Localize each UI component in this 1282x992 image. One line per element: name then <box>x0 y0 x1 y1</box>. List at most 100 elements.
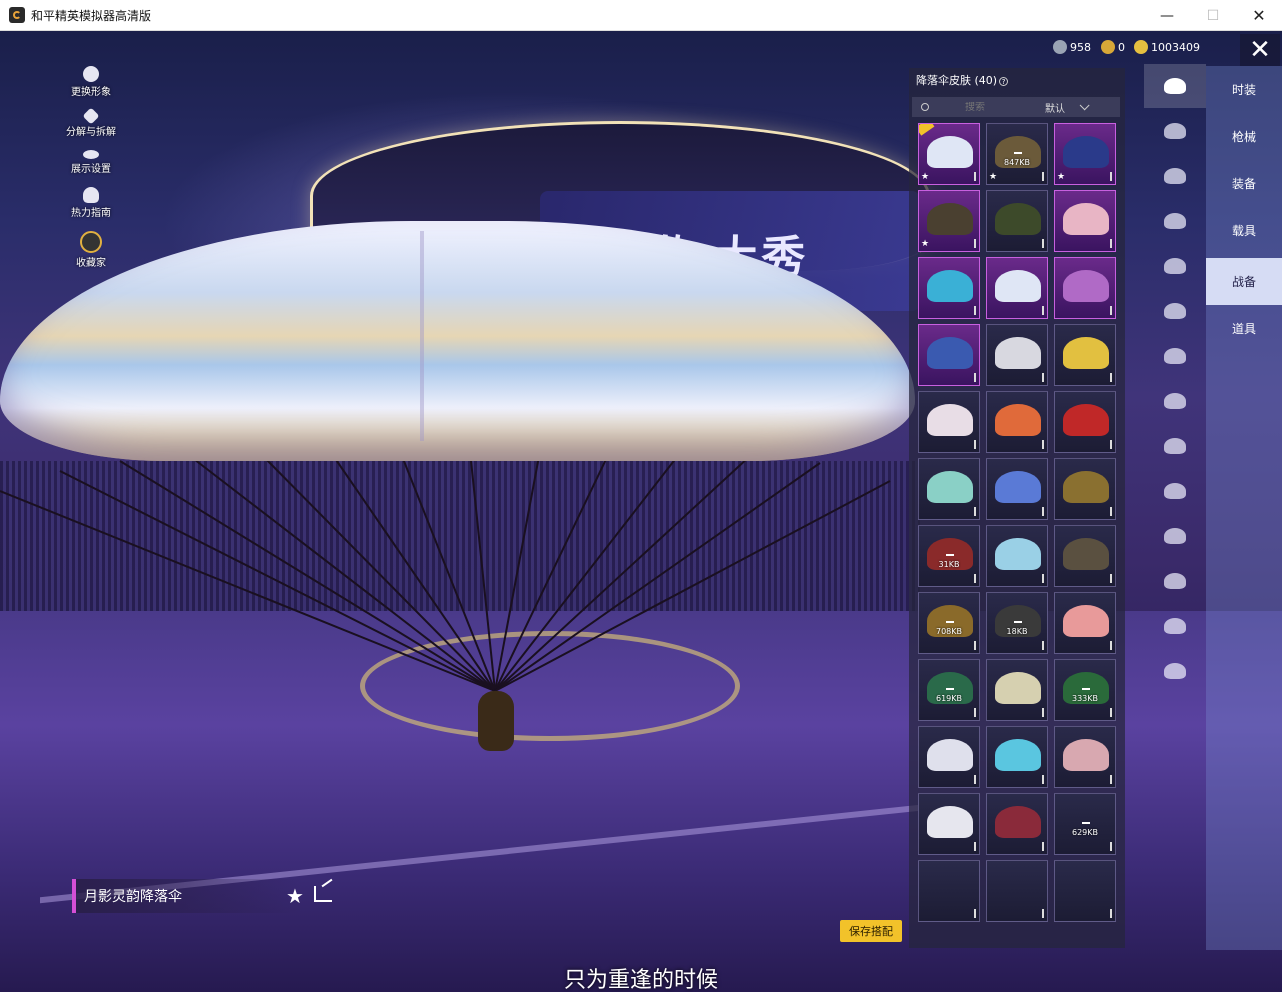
sort-select[interactable]: 默认 <box>1045 100 1065 115</box>
glider-icon <box>1164 123 1186 139</box>
category-tab[interactable]: 装备 <box>1206 160 1282 207</box>
subcategory-tab[interactable] <box>1144 109 1206 153</box>
parachute-thumbnail <box>927 270 973 302</box>
skin-grid-item[interactable] <box>986 257 1048 319</box>
subcategory-tab[interactable] <box>1144 379 1206 423</box>
parachute-thumbnail <box>927 404 973 436</box>
skin-grid-item[interactable] <box>1054 391 1116 453</box>
item-indicator <box>1042 641 1044 650</box>
skin-grid-item[interactable] <box>918 324 980 386</box>
skin-grid-item[interactable] <box>986 726 1048 788</box>
skin-grid-item[interactable]: 629KB <box>1054 793 1116 855</box>
category-tab[interactable]: 时装 <box>1206 66 1282 113</box>
close-icon[interactable]: ✕ <box>1240 34 1280 66</box>
search-icon <box>921 103 929 111</box>
skin-grid-item[interactable] <box>986 659 1048 721</box>
share-icon[interactable] <box>314 886 332 902</box>
subcategory-tab[interactable] <box>1144 559 1206 603</box>
collector-badge-icon <box>80 231 102 253</box>
currency-coupon[interactable]: 1003409 <box>1134 40 1200 54</box>
skin-grid-item[interactable] <box>986 793 1048 855</box>
skin-grid-item[interactable] <box>1054 592 1116 654</box>
skin-grid-item[interactable] <box>918 391 980 453</box>
item-indicator <box>1042 306 1044 315</box>
subcategory-tab[interactable] <box>1144 199 1206 243</box>
skin-grid-item[interactable] <box>918 793 980 855</box>
item-indicator <box>974 842 976 851</box>
skin-grid-item[interactable] <box>1054 525 1116 587</box>
collector-button[interactable]: 收藏家 <box>56 231 126 269</box>
help-icon[interactable]: ? <box>999 77 1009 86</box>
save-outfit-button[interactable]: 保存搭配 <box>840 920 902 942</box>
parachute-thumbnail <box>927 806 973 838</box>
skin-grid-item[interactable]: ★ <box>918 190 980 252</box>
subcategory-tab[interactable] <box>1144 64 1206 108</box>
item-indicator <box>974 775 976 784</box>
skin-grid-item[interactable]: ★ <box>918 123 980 185</box>
skin-grid-item[interactable] <box>986 860 1048 922</box>
change-appearance-button[interactable]: 更换形象 <box>56 66 126 98</box>
minimize-button[interactable]: — <box>1144 0 1190 31</box>
skin-grid-item[interactable] <box>918 458 980 520</box>
subcategory-tab[interactable] <box>1144 649 1206 693</box>
skin-grid-item[interactable]: 847KB ★ <box>986 123 1048 185</box>
skin-grid-item[interactable]: 18KB <box>986 592 1048 654</box>
subcategory-tab[interactable] <box>1144 289 1206 333</box>
heat-guide-button[interactable]: 热力指南 <box>56 187 126 219</box>
skin-grid-item[interactable] <box>918 860 980 922</box>
chevron-down-icon[interactable] <box>1079 99 1090 110</box>
category-tab[interactable]: 载具 <box>1206 207 1282 254</box>
subcategory-tab[interactable] <box>1144 469 1206 513</box>
skin-grid-item[interactable]: 31KB <box>918 525 980 587</box>
subcategory-icon-column <box>1144 64 1206 704</box>
subtitle-text: 只为重逢的时候 <box>563 968 718 992</box>
item-indicator <box>1042 507 1044 516</box>
skin-grid-item[interactable]: 708KB <box>918 592 980 654</box>
download-size: 619KB <box>935 694 962 703</box>
item-indicator <box>974 440 976 449</box>
skin-grid-item[interactable]: 619KB <box>918 659 980 721</box>
item-indicator <box>1042 373 1044 382</box>
subcategory-tab[interactable] <box>1144 424 1206 468</box>
skin-grid-item[interactable] <box>1054 324 1116 386</box>
subcategory-tab[interactable] <box>1144 514 1206 558</box>
subcategory-tab[interactable] <box>1144 244 1206 288</box>
decompose-button[interactable]: 分解与拆解 <box>56 107 126 138</box>
category-tab[interactable]: 战备 <box>1206 258 1282 305</box>
currency-gold[interactable]: 0 <box>1101 40 1125 54</box>
skin-grid-item[interactable] <box>1054 458 1116 520</box>
skin-grid-item[interactable] <box>986 525 1048 587</box>
window-close-button[interactable]: ✕ <box>1236 0 1282 31</box>
skin-grid-item[interactable] <box>986 190 1048 252</box>
download-icon <box>946 548 954 556</box>
skin-grid-item[interactable] <box>1054 860 1116 922</box>
skin-grid-item[interactable]: ★ <box>1054 123 1116 185</box>
item-indicator <box>974 373 976 382</box>
subcategory-tab[interactable] <box>1144 604 1206 648</box>
download-icon <box>1082 682 1090 690</box>
skin-grid-item[interactable] <box>986 391 1048 453</box>
display-settings-button[interactable]: 展示设置 <box>56 150 126 175</box>
search-input[interactable] <box>965 101 1045 113</box>
favorite-star-icon[interactable]: ★ <box>286 884 304 908</box>
parachute-thumbnail <box>995 739 1041 771</box>
item-indicator <box>1110 373 1112 382</box>
skin-grid-item[interactable] <box>1054 257 1116 319</box>
item-indicator <box>1042 172 1044 181</box>
maximize-button[interactable]: ☐ <box>1190 0 1236 31</box>
skin-grid-item[interactable] <box>986 324 1048 386</box>
subcategory-tab[interactable] <box>1144 154 1206 198</box>
skin-grid-item[interactable] <box>918 726 980 788</box>
skin-grid-item[interactable] <box>1054 726 1116 788</box>
skin-grid-item[interactable] <box>918 257 980 319</box>
parachute-thumbnail <box>927 203 973 235</box>
skin-grid-item[interactable] <box>1054 190 1116 252</box>
skin-grid-item[interactable]: 333KB <box>1054 659 1116 721</box>
airplane-icon <box>1164 213 1186 229</box>
subcategory-tab[interactable] <box>1144 334 1206 378</box>
category-tab[interactable]: 道具 <box>1206 305 1282 352</box>
parachute-thumbnail <box>995 404 1041 436</box>
category-tab[interactable]: 枪械 <box>1206 113 1282 160</box>
left-menu: 更换形象 分解与拆解 展示设置 热力指南 收藏家 <box>56 66 126 281</box>
skin-grid-item[interactable] <box>986 458 1048 520</box>
